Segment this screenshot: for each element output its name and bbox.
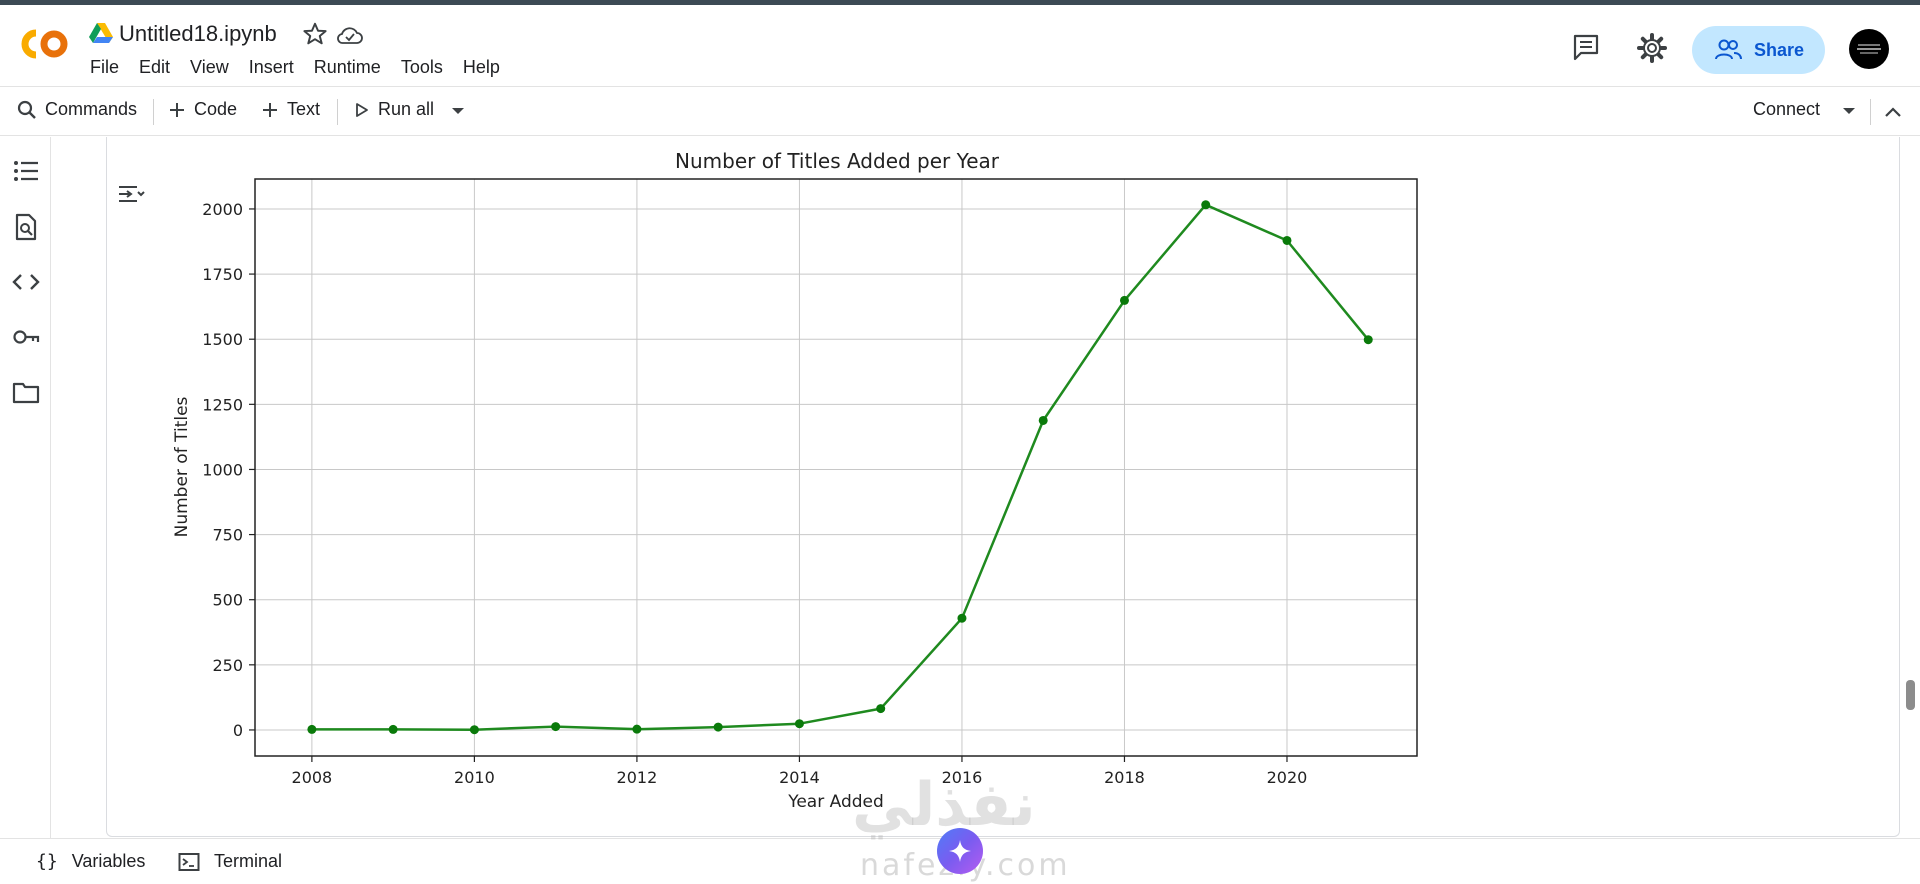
commands-button[interactable]: Commands [17,99,137,120]
sparkle-icon [949,840,971,862]
toolbar-divider [153,99,154,125]
y-axis-label: Number of Titles [172,396,192,537]
y-tick-label: 1000 [202,460,243,479]
commands-label: Commands [45,99,138,119]
data-point [1201,200,1211,210]
code-label: Code [194,99,238,119]
gemini-button[interactable] [937,828,983,874]
menu-edit[interactable]: Edit [139,57,170,78]
terminal-label: Terminal [214,851,283,871]
variables-button[interactable]: {} Variables [36,851,145,872]
toolbar-divider [337,99,338,125]
data-point [307,724,317,734]
play-icon [356,102,368,117]
y-tick-label: 500 [212,591,243,610]
menu-help[interactable]: Help [463,57,500,78]
run-options-chevron-down-icon[interactable] [452,108,464,114]
output-toggle-icon[interactable] [117,182,145,206]
menu-insert[interactable]: Insert [249,57,294,78]
vertical-scrollbar[interactable] [1906,680,1915,710]
chart-title: Number of Titles Added per Year [675,149,1000,173]
toolbar: Commands Code Text Run all Connect [0,86,1920,136]
plus-icon [263,102,277,117]
add-text-button[interactable]: Text [261,99,320,120]
braces-icon: {} [36,851,58,872]
connect-options-chevron-down-icon[interactable] [1843,108,1855,114]
avatar[interactable] [1849,29,1889,69]
plus-icon [170,102,184,117]
data-point [876,704,886,714]
notebook-title[interactable]: Untitled18.ipynb [119,21,277,47]
variables-label: Variables [71,851,146,871]
table-of-contents-icon[interactable] [12,157,40,185]
comment-icon[interactable] [1571,32,1601,62]
data-point [713,722,723,732]
terminal-icon [178,852,200,871]
x-tick-label: 2020 [1267,768,1308,787]
y-tick-label: 1750 [202,265,243,284]
data-point [1038,415,1048,425]
x-tick-label: 2014 [779,768,820,787]
y-tick-label: 2000 [202,200,243,219]
key-icon[interactable] [12,323,40,351]
y-tick-label: 0 [233,721,243,740]
folder-icon[interactable] [12,378,40,406]
series-points [307,200,1373,735]
text-label: Text [287,99,321,119]
drive-icon[interactable] [89,22,113,44]
code-snippets-icon[interactable] [12,268,40,296]
x-tick-label: 2012 [617,768,658,787]
menu-runtime[interactable]: Runtime [314,57,381,78]
data-point [469,725,479,735]
people-icon [1715,39,1742,60]
chart-grid [255,179,1417,756]
share-label: Share [1754,39,1805,60]
search-icon [17,100,36,119]
watermark-arabic: نفذلي [852,770,1036,840]
data-point [388,724,398,734]
star-icon[interactable] [302,21,328,47]
left-sidebar [0,137,51,838]
connect-label: Connect [1753,99,1821,119]
data-point [1282,235,1292,245]
cloud-saved-icon[interactable] [336,22,364,48]
add-code-button[interactable]: Code [168,99,237,120]
y-tick-label: 1500 [202,330,243,349]
series-line [311,203,1370,731]
data-point [1119,295,1129,305]
collapse-chevron-up-icon[interactable] [1882,102,1904,122]
avatar-image [1857,44,1881,54]
y-tick-label: 750 [212,526,243,545]
y-tick-label: 250 [212,656,243,675]
gear-icon[interactable] [1636,32,1668,64]
menu-file[interactable]: File [90,57,119,78]
data-point [957,613,967,623]
data-point [1363,335,1373,345]
share-button[interactable]: Share [1692,26,1825,74]
data-point [551,722,561,732]
find-in-file-icon[interactable] [12,213,40,241]
colab-logo[interactable] [16,27,72,61]
data-point [794,719,804,729]
run-all-button[interactable]: Run all [354,99,434,120]
menu-tools[interactable]: Tools [401,57,443,78]
x-tick-label: 2008 [292,768,333,787]
x-tick-label: 2010 [454,768,495,787]
line-chart: Number of Titles Added per Year 2008 2010… [172,149,1418,812]
terminal-button[interactable]: Terminal [178,851,282,872]
x-tick-label: 2018 [1104,768,1145,787]
chart-ticks: 2008 2010 2012 2014 2016 2018 2020025050075010… [202,200,1307,787]
menu-view[interactable]: View [190,57,229,78]
menu-bar: File Edit View Insert Runtime Tools Help [90,57,520,78]
run-all-label: Run all [378,99,435,119]
y-tick-label: 1250 [202,395,243,414]
data-point [632,724,642,734]
connect-button[interactable]: Connect [1753,99,1820,120]
plot-frame [254,178,1418,757]
toolbar-divider [1870,99,1871,125]
header: Untitled18.ipynb File Edit View Insert R… [0,5,1920,86]
